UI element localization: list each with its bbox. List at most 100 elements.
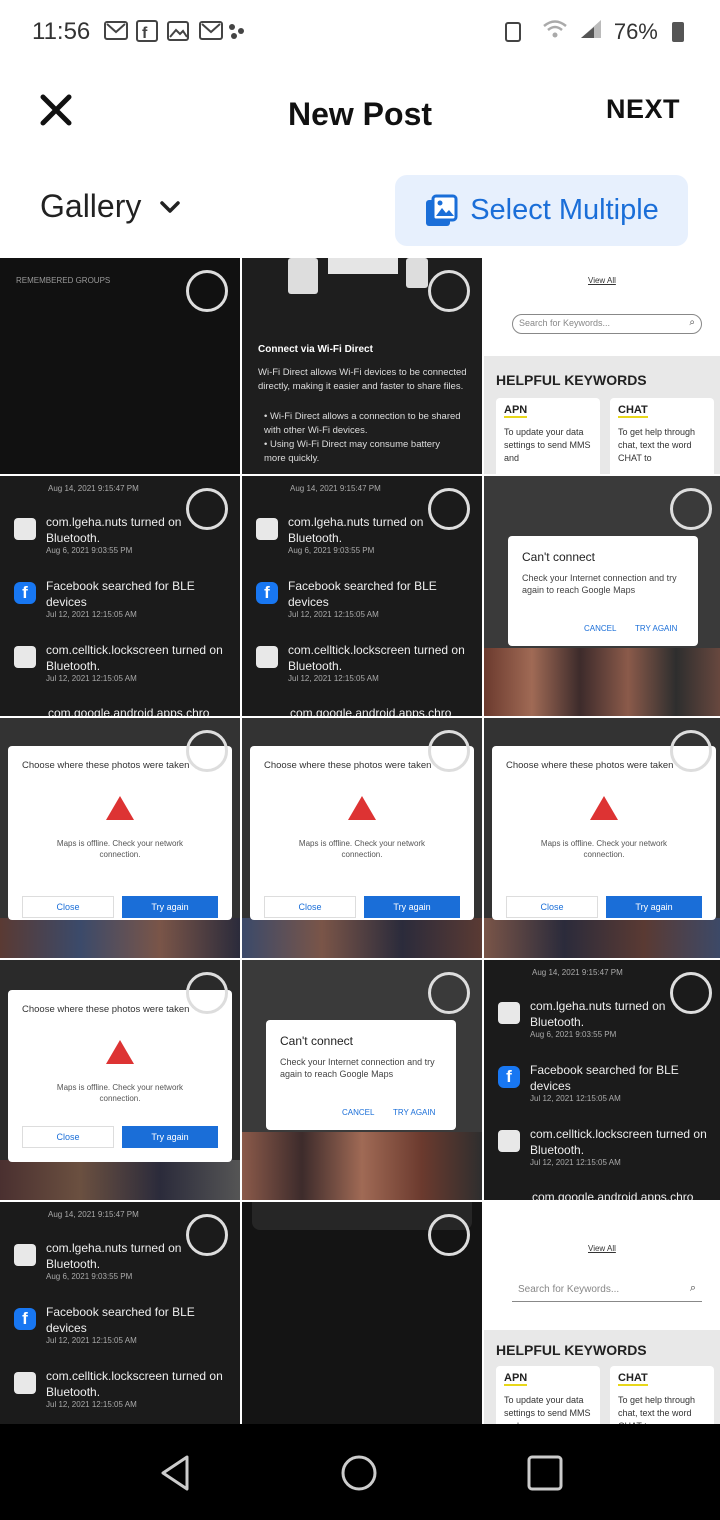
svg-text:f: f xyxy=(142,25,151,42)
cant-connect-dialog: Can't connect Check your Internet connec… xyxy=(508,536,698,646)
select-circle[interactable] xyxy=(428,1214,470,1256)
notif-top-time: Aug 14, 2021 9:15:47 PM xyxy=(48,484,139,493)
maps-offline-text: Maps is offline. Check your network conn… xyxy=(298,839,426,859)
back-button[interactable] xyxy=(150,1448,200,1498)
choose-where-title: Choose where these photos were taken xyxy=(264,760,432,771)
notif-title: Facebook searched for BLE devices xyxy=(288,579,437,609)
warning-icon xyxy=(106,1040,134,1064)
select-circle[interactable] xyxy=(670,730,712,772)
select-circle[interactable] xyxy=(670,488,712,530)
chevron-down-icon xyxy=(160,200,181,213)
select-circle[interactable] xyxy=(428,270,470,312)
notif-bottom-cut: com.google.android.apps.chro xyxy=(290,706,452,716)
photo-thumbnail[interactable]: Connect via Wi-Fi Direct Wi-Fi Direct al… xyxy=(242,258,482,474)
select-circle[interactable] xyxy=(186,972,228,1014)
photo-thumbnail[interactable]: Aug 14, 2021 9:15:47 PM com.lgeha.nuts t… xyxy=(0,1202,240,1432)
notification-item: f Facebook searched for BLE devices Jul 1… xyxy=(498,1062,716,1103)
bluetooth-app-icon xyxy=(256,518,278,540)
notif-top-time: Aug 14, 2021 9:15:47 PM xyxy=(532,968,623,977)
photo-thumbnail[interactable]: Aug 14, 2021 9:15:47 PM com.lgeha.nuts t… xyxy=(0,476,240,716)
try-again-button: Try again xyxy=(364,896,460,918)
vibrate-icon xyxy=(505,22,522,43)
notification-icons-svg: f xyxy=(104,20,244,42)
album-bar: Gallery Select Multiple xyxy=(0,160,720,258)
notif-time: Jul 12, 2021 12:15:05 AM xyxy=(288,674,379,683)
chat-title: CHAT xyxy=(618,1372,648,1386)
system-nav-bar xyxy=(0,1424,720,1520)
select-circle[interactable] xyxy=(428,488,470,530)
photo-thumbnail[interactable]: Aug 14, 2021 9:15:47 PM com.lgeha.nuts t… xyxy=(242,476,482,716)
select-circle[interactable] xyxy=(186,270,228,312)
chat-body: To get help through chat, text the word … xyxy=(618,427,696,463)
bluetooth-app-icon xyxy=(14,646,36,668)
bluetooth-app-icon xyxy=(498,1130,520,1152)
battery-percent: 76% xyxy=(613,19,658,45)
select-circle[interactable] xyxy=(186,730,228,772)
wifi-icon xyxy=(542,19,568,45)
select-circle[interactable] xyxy=(428,730,470,772)
notif-title: Facebook searched for BLE devices xyxy=(46,1305,195,1335)
photo-strip xyxy=(0,1160,240,1200)
notif-title: com.celltick.lockscreen turned on Blueto… xyxy=(530,1127,707,1157)
keywords-section: HELPFUL KEYWORDS APN To update your data… xyxy=(484,1330,720,1432)
facebook-icon: f xyxy=(14,582,36,604)
photo-thumbnail[interactable]: Can't connect Check your Internet connec… xyxy=(484,476,720,716)
keyword-search-box: Search for Keywords... ⌕ xyxy=(512,1280,702,1302)
next-button[interactable]: NEXT xyxy=(606,94,680,125)
photo-thumbnail[interactable]: Choose where these photos were taken Map… xyxy=(0,960,240,1200)
helpful-keywords-heading: HELPFUL KEYWORDS xyxy=(496,372,647,388)
notif-time: Jul 12, 2021 12:15:05 AM xyxy=(46,674,137,683)
warning-icon xyxy=(590,796,618,820)
photo-thumbnail[interactable]: Choose where these photos were taken Map… xyxy=(0,718,240,958)
apn-card: APN To update your data settings to send… xyxy=(496,1366,600,1432)
cant-connect-title: Can't connect xyxy=(522,550,596,564)
apn-body: To update your data settings to send MMS… xyxy=(504,427,591,463)
select-circle[interactable] xyxy=(186,488,228,530)
photo-grid: REMEMBERED GROUPS Connect via Wi-Fi Dire… xyxy=(0,258,720,1432)
photo-thumbnail[interactable]: Can't connect Check your Internet connec… xyxy=(242,960,482,1200)
recents-button[interactable] xyxy=(520,1448,570,1498)
photo-strip xyxy=(0,918,240,958)
cant-connect-title: Can't connect xyxy=(280,1034,354,1048)
bluetooth-app-icon xyxy=(498,1002,520,1024)
try-again-text: TRY AGAIN xyxy=(635,624,678,633)
notif-time: Jul 12, 2021 12:15:05 AM xyxy=(530,1158,621,1167)
wifi-direct-body: Wi-Fi Direct allows Wi-Fi devices to be … xyxy=(258,367,467,392)
select-multiple-button[interactable]: Select Multiple xyxy=(395,175,688,246)
home-button[interactable] xyxy=(334,1448,384,1498)
maps-offline-text: Maps is offline. Check your network conn… xyxy=(540,839,668,859)
photo-strip xyxy=(242,918,482,958)
facebook-icon: f xyxy=(14,1308,36,1330)
thumb-remembered-groups: REMEMBERED GROUPS xyxy=(16,276,111,285)
select-circle[interactable] xyxy=(670,972,712,1014)
chat-title: CHAT xyxy=(618,404,648,418)
maps-offline-text: Maps is offline. Check your network conn… xyxy=(56,1083,184,1103)
notif-bottom-cut: com.google.android.apps.chro xyxy=(532,1190,694,1200)
maps-offline-dialog: Choose where these photos were taken Map… xyxy=(492,746,716,920)
select-circle[interactable] xyxy=(428,972,470,1014)
search-icon: ⌕ xyxy=(689,1282,696,1294)
notif-top-time: Aug 14, 2021 9:15:47 PM xyxy=(290,484,381,493)
photo-thumbnail[interactable]: Aug 14, 2021 9:15:47 PM com.lgeha.nuts t… xyxy=(484,960,720,1200)
try-again-text: TRY AGAIN xyxy=(393,1108,436,1117)
facebook-icon: f xyxy=(498,1066,520,1088)
photo-strip xyxy=(484,918,720,958)
album-dropdown[interactable]: Gallery xyxy=(40,188,181,225)
notif-time: Jul 12, 2021 12:15:05 AM xyxy=(46,1400,137,1409)
notification-item: com.celltick.lockscreen turned on Blueto… xyxy=(256,642,474,683)
photo-thumbnail[interactable]: Choose where these photos were taken Map… xyxy=(242,718,482,958)
notif-time: Aug 6, 2021 9:03:55 PM xyxy=(46,546,133,555)
app-header: New Post NEXT xyxy=(0,68,720,160)
photo-strip xyxy=(484,648,720,716)
close-dialog-button: Close xyxy=(22,896,114,918)
photo-thumbnail[interactable] xyxy=(242,1202,482,1432)
notif-time: Aug 6, 2021 9:03:55 PM xyxy=(46,1272,133,1281)
photo-thumbnail[interactable]: View All Search for Keywords... ⌕ HELPFU… xyxy=(484,1202,720,1432)
notif-title: com.celltick.lockscreen turned on Blueto… xyxy=(46,643,223,673)
notification-item: f Facebook searched for BLE devices Jul 1… xyxy=(14,1304,232,1345)
bluetooth-app-icon xyxy=(14,1244,36,1266)
photo-thumbnail[interactable]: Choose where these photos were taken Map… xyxy=(484,718,720,958)
select-circle[interactable] xyxy=(186,1214,228,1256)
photo-thumbnail[interactable]: View All Search for Keywords... ⌕ HELPFU… xyxy=(484,258,720,474)
photo-thumbnail[interactable]: REMEMBERED GROUPS xyxy=(0,258,240,474)
